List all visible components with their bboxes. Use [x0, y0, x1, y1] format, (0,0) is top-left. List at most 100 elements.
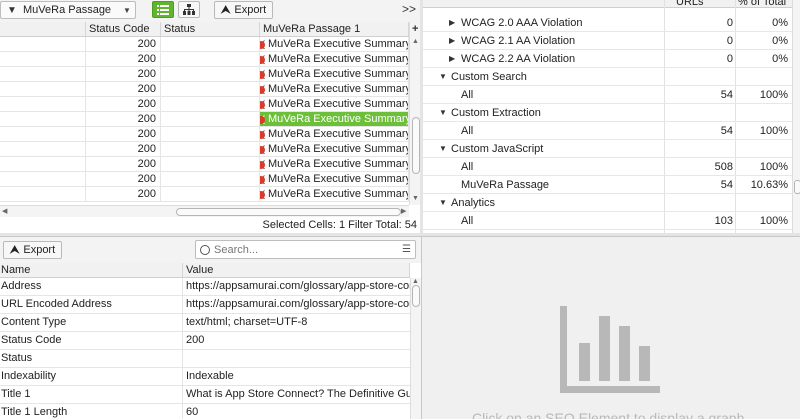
scroll-left-icon[interactable]: ◀: [2, 207, 7, 215]
table-cell-status[interactable]: [161, 97, 260, 111]
column-header-urls[interactable]: URLs: [676, 0, 704, 8]
table-cell-status-code[interactable]: 200: [86, 157, 161, 171]
export-button[interactable]: ⮝ Export: [214, 1, 274, 19]
expand-arrow-icon[interactable]: ▶: [449, 14, 455, 32]
details-row[interactable]: URL Encoded Address https://appsamurai.co…: [0, 296, 410, 314]
column-header-status-code[interactable]: Status Code: [86, 22, 161, 36]
table-row[interactable]: 200 {MuVeRa Executive Summary...: [0, 157, 409, 172]
table-cell-passage[interactable]: {MuVeRa Executive Summary...: [260, 172, 409, 186]
table-cell-passage[interactable]: {MuVeRa Executive Summary...: [260, 142, 409, 156]
table-cell-status-code[interactable]: 200: [86, 172, 161, 186]
tree-item[interactable]: ▼ Custom Extraction: [422, 104, 794, 122]
vertical-scrollbar[interactable]: [792, 0, 800, 233]
table-row[interactable]: 200 {MuVeRa Executive Summary...: [0, 187, 409, 202]
scroll-down-icon[interactable]: ▼: [412, 195, 419, 202]
details-row[interactable]: Indexability Indexable: [0, 368, 410, 386]
table-cell-status[interactable]: [161, 187, 260, 201]
add-column-icon[interactable]: +: [412, 23, 418, 35]
collapse-arrow-icon[interactable]: ▼: [439, 104, 447, 122]
table-cell-address[interactable]: [0, 52, 86, 66]
search-field[interactable]: ☰: [195, 240, 416, 259]
table-cell-status-code[interactable]: 200: [86, 37, 161, 51]
table-row[interactable]: 200 {MuVeRa Executive Summary...: [0, 67, 409, 82]
scrollbar-thumb[interactable]: [794, 180, 800, 194]
table-row[interactable]: 200 {MuVeRa Executive Summary...: [0, 142, 409, 157]
tree-item[interactable]: ▼ Analytics: [422, 194, 794, 212]
table-cell-status[interactable]: [161, 37, 260, 51]
column-header-percent[interactable]: % of Total: [738, 0, 786, 8]
collapse-panel-icon[interactable]: >>: [402, 2, 416, 16]
table-cell-address[interactable]: [0, 142, 86, 156]
tree-item[interactable]: All 508 100%: [422, 158, 794, 176]
tree-item[interactable]: ▶ WCAG 2.2 AA Violation 0 0%: [422, 50, 794, 68]
scrollbar-thumb[interactable]: [412, 285, 420, 307]
collapse-arrow-icon[interactable]: ▼: [439, 194, 447, 212]
table-cell-address[interactable]: [0, 112, 86, 126]
scrollbar-thumb[interactable]: [176, 208, 401, 216]
table-cell-address[interactable]: [0, 157, 86, 171]
details-row[interactable]: Status Code 200: [0, 332, 410, 350]
scroll-right-icon[interactable]: ▶: [401, 207, 406, 215]
table-cell-address[interactable]: [0, 172, 86, 186]
scroll-up-icon[interactable]: ▲: [412, 38, 419, 45]
table-row[interactable]: 200 {MuVeRa Executive Summary...: [0, 97, 409, 112]
list-view-button[interactable]: [152, 1, 174, 18]
tree-item[interactable]: ▶ WCAG 2.1 AA Violation 0 0%: [422, 32, 794, 50]
tree-view-button[interactable]: [178, 1, 200, 18]
tree-item[interactable]: ▶ WCAG 2.0 AAA Violation 0 0%: [422, 14, 794, 32]
expand-arrow-icon[interactable]: ▶: [449, 32, 455, 50]
table-cell-status-code[interactable]: 200: [86, 142, 161, 156]
tree-item[interactable]: All 54 100%: [422, 86, 794, 104]
table-cell-passage[interactable]: {MuVeRa Executive Summary...: [260, 187, 409, 201]
search-input[interactable]: [214, 243, 399, 256]
table-cell-passage[interactable]: {MuVeRa Executive Summary...: [260, 37, 409, 51]
details-row[interactable]: Title 1 Length 60: [0, 404, 410, 419]
tree-item[interactable]: ▼ Custom JavaScript: [422, 140, 794, 158]
table-row[interactable]: 200 {MuVeRa Executive Summary...: [0, 112, 409, 127]
scrollbar-thumb[interactable]: [412, 117, 420, 174]
table-cell-status[interactable]: [161, 172, 260, 186]
table-row[interactable]: 200 {MuVeRa Executive Summary...: [0, 172, 409, 187]
tree-item[interactable]: All 103 100%: [422, 212, 794, 230]
table-cell-passage[interactable]: {MuVeRa Executive Summary...: [260, 112, 409, 126]
table-cell-status[interactable]: [161, 142, 260, 156]
filter-dropdown[interactable]: ▼ MuVeRa Passage ▼: [0, 1, 136, 19]
table-row[interactable]: 200 {MuVeRa Executive Summary...: [0, 52, 409, 67]
details-row[interactable]: Status: [0, 350, 410, 368]
table-cell-status-code[interactable]: 200: [86, 52, 161, 66]
table-cell-passage[interactable]: {MuVeRa Executive Summary...: [260, 157, 409, 171]
table-cell-passage[interactable]: {MuVeRa Executive Summary...: [260, 82, 409, 96]
details-export-button[interactable]: ⮝ Export: [3, 241, 63, 259]
table-cell-status[interactable]: [161, 67, 260, 81]
table-cell-status-code[interactable]: 200: [86, 82, 161, 96]
table-cell-status-code[interactable]: 200: [86, 187, 161, 201]
search-options-icon[interactable]: ☰: [402, 244, 411, 255]
table-cell-passage[interactable]: {MuVeRa Executive Summary...: [260, 52, 409, 66]
column-header-muvera-passage[interactable]: MuVeRa Passage 1: [260, 22, 409, 36]
collapse-arrow-icon[interactable]: ▼: [439, 140, 447, 158]
table-cell-status[interactable]: [161, 127, 260, 141]
column-header-value[interactable]: Value: [183, 263, 410, 277]
table-cell-passage[interactable]: {MuVeRa Executive Summary...: [260, 67, 409, 81]
table-row[interactable]: 200 {MuVeRa Executive Summary...: [0, 37, 409, 52]
tree-item[interactable]: ▼ Custom Search: [422, 68, 794, 86]
table-cell-status[interactable]: [161, 52, 260, 66]
table-cell-status-code[interactable]: 200: [86, 127, 161, 141]
table-cell-address[interactable]: [0, 37, 86, 51]
table-cell-status-code[interactable]: 200: [86, 67, 161, 81]
table-cell-address[interactable]: [0, 97, 86, 111]
column-header[interactable]: [0, 22, 86, 36]
table-cell-address[interactable]: [0, 127, 86, 141]
table-cell-status-code[interactable]: 200: [86, 97, 161, 111]
expand-arrow-icon[interactable]: ▶: [449, 50, 455, 68]
column-header-status[interactable]: Status: [161, 22, 260, 36]
table-cell-address[interactable]: [0, 187, 86, 201]
table-row[interactable]: 200 {MuVeRa Executive Summary...: [0, 82, 409, 97]
details-row[interactable]: Address https://appsamurai.com/glossary/a…: [0, 278, 410, 296]
table-cell-passage[interactable]: {MuVeRa Executive Summary...: [260, 97, 409, 111]
table-cell-status-code[interactable]: 200: [86, 112, 161, 126]
collapse-arrow-icon[interactable]: ▼: [439, 68, 447, 86]
table-cell-status[interactable]: [161, 112, 260, 126]
tree-item[interactable]: MuVeRa Passage 54 10.63%: [422, 176, 794, 194]
details-row[interactable]: Content Type text/html; charset=UTF-8: [0, 314, 410, 332]
